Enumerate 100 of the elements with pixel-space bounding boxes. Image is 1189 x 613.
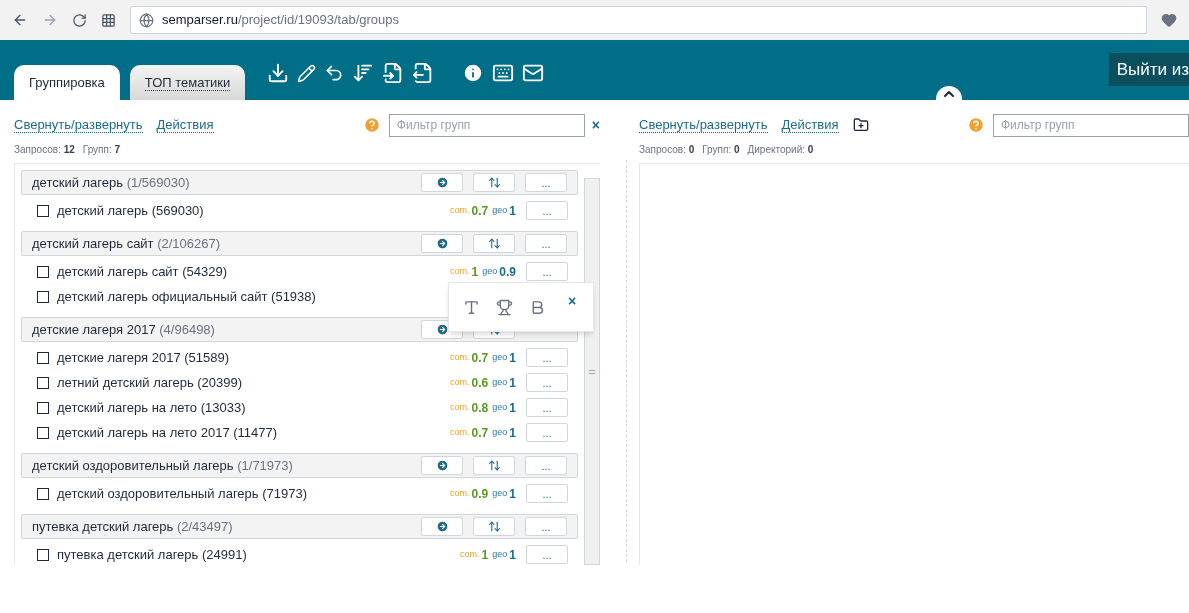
move-button[interactable]	[421, 456, 463, 475]
sort-icon[interactable]	[352, 62, 375, 84]
sort-button[interactable]	[473, 173, 515, 192]
more-button[interactable]: ...	[526, 423, 568, 442]
sort-button[interactable]	[473, 234, 515, 253]
com-value: 0.9	[471, 485, 489, 503]
action-link[interactable]: Свернуть/развернуть	[639, 117, 768, 133]
url-text: semparser.ru/project/id/19093/tab/groups	[162, 11, 400, 30]
add-folder-icon[interactable]	[852, 117, 869, 133]
globe-icon[interactable]	[139, 12, 154, 28]
favorite-icon[interactable]	[1161, 12, 1177, 28]
geo-value: 0.9	[499, 263, 516, 281]
more-button[interactable]: ...	[526, 348, 568, 367]
filter-field[interactable]: Фильтр групп	[388, 113, 585, 137]
checkbox[interactable]	[37, 401, 49, 414]
stat-text: Групп: 0	[702, 143, 740, 157]
more-button[interactable]: ...	[526, 373, 568, 392]
group-title: детский лагерь (1/569030)	[32, 173, 190, 192]
com-label: com.	[450, 375, 470, 389]
query-text: детский оздоровительный лагерь (71973)	[57, 484, 307, 503]
group-header[interactable]: детский лагерь сайт (2/106267) ...	[21, 231, 578, 256]
group-header[interactable]: детский оздоровительный лагерь (1/71973) ...	[21, 453, 578, 478]
more-button[interactable]: ...	[525, 517, 567, 536]
more-button[interactable]: ...	[526, 484, 568, 503]
move-button[interactable]	[421, 517, 463, 536]
query-text: путевка детский лагерь (24991)	[57, 545, 247, 564]
action-link[interactable]: Действия	[781, 117, 839, 133]
up-down-arrows-icon	[487, 520, 501, 533]
action-link[interactable]: Действия	[156, 117, 214, 133]
text-icon[interactable]	[463, 298, 480, 316]
address-bar[interactable]: semparser.ru/project/id/19093/tab/groups	[130, 6, 1147, 34]
tab[interactable]: ТОП тематики	[129, 65, 246, 100]
sort-button[interactable]	[473, 456, 515, 475]
more-button[interactable]: ...	[526, 545, 568, 564]
com-label: com.	[450, 400, 470, 414]
more-button[interactable]: ...	[525, 456, 567, 475]
checkbox[interactable]	[37, 548, 49, 561]
com-label: com.	[450, 264, 470, 278]
checkbox[interactable]	[37, 351, 49, 364]
edit-icon[interactable]	[297, 63, 317, 83]
geo-value: 1	[509, 399, 516, 417]
scrollbar[interactable]	[584, 178, 600, 565]
com-value: 0.7	[471, 349, 489, 367]
logout-button[interactable]: Выйти из	[1108, 53, 1189, 86]
apps-icon[interactable]	[101, 12, 116, 28]
arrow-right-icon	[435, 176, 449, 189]
stat-text: Запросов: 12	[14, 143, 75, 157]
com-label: com.	[450, 203, 470, 217]
filter-field[interactable]: Фильтр групп	[993, 113, 1189, 137]
arrow-right-icon	[435, 237, 449, 250]
up-down-arrows-icon	[487, 176, 501, 189]
checkbox[interactable]	[37, 265, 49, 278]
more-button[interactable]: ...	[525, 234, 567, 253]
group-title: детский лагерь сайт (2/106267)	[32, 234, 221, 253]
tab[interactable]: Группировка	[14, 65, 120, 100]
move-button[interactable]	[421, 173, 463, 192]
close-button[interactable]: ×	[568, 291, 577, 312]
more-button[interactable]: ...	[525, 173, 567, 192]
checkbox[interactable]	[37, 204, 49, 217]
download-icon[interactable]	[267, 62, 290, 84]
trophy-icon[interactable]	[496, 298, 513, 316]
checkbox[interactable]	[37, 487, 49, 500]
more-button[interactable]: ...	[526, 201, 568, 220]
com-value: 0.7	[471, 202, 489, 220]
group-title: путевка детский лагерь (2/43497)	[32, 517, 233, 536]
stat-text: Директорий: 0	[747, 143, 814, 157]
clear-button[interactable]: ×	[591, 114, 600, 136]
geo-label: geo	[492, 350, 508, 364]
move-button[interactable]	[421, 234, 463, 253]
query-text: детские лагеря 2017 (51589)	[57, 348, 230, 367]
reload-icon[interactable]	[72, 12, 87, 28]
com-value: 0.7	[471, 424, 489, 442]
group-header[interactable]: путевка детский лагерь (2/43497) ...	[21, 514, 578, 539]
geo-value: 1	[509, 546, 516, 564]
query-text: детский лагерь сайт (54329)	[57, 262, 227, 281]
mail-icon[interactable]	[522, 62, 545, 84]
action-link[interactable]: Свернуть/развернуть	[14, 117, 143, 133]
checkbox[interactable]	[37, 376, 49, 389]
more-button[interactable]: ...	[526, 398, 568, 417]
geo-label: geo	[492, 203, 508, 217]
sort-button[interactable]	[473, 517, 515, 536]
geo-value: 1	[509, 202, 516, 220]
info-icon[interactable]	[462, 62, 485, 84]
stat-text: Групп: 7	[82, 143, 121, 157]
checkbox[interactable]	[37, 426, 49, 439]
group-title: детский оздоровительный лагерь (1/71973)	[32, 456, 293, 475]
keyboard-icon[interactable]	[492, 62, 515, 84]
arrow-right-icon	[435, 459, 449, 472]
group-title: детские лагеря 2017 (4/96498)	[32, 320, 215, 339]
checkbox[interactable]	[37, 290, 49, 303]
geo-value: 1	[509, 485, 516, 503]
back-icon[interactable]	[12, 12, 28, 28]
stat-text: Запросов: 0	[639, 143, 695, 157]
query-text: детский лагерь на лето 2017 (11477)	[57, 423, 278, 442]
com-label: com.	[460, 547, 480, 561]
com-value: 0.6	[471, 374, 489, 392]
query-text: летний детский лагерь (20399)	[57, 373, 243, 392]
group-header[interactable]: детский лагерь (1/569030) ...	[21, 170, 578, 195]
geo-label: geo	[492, 486, 508, 500]
more-button[interactable]: ...	[526, 262, 568, 281]
